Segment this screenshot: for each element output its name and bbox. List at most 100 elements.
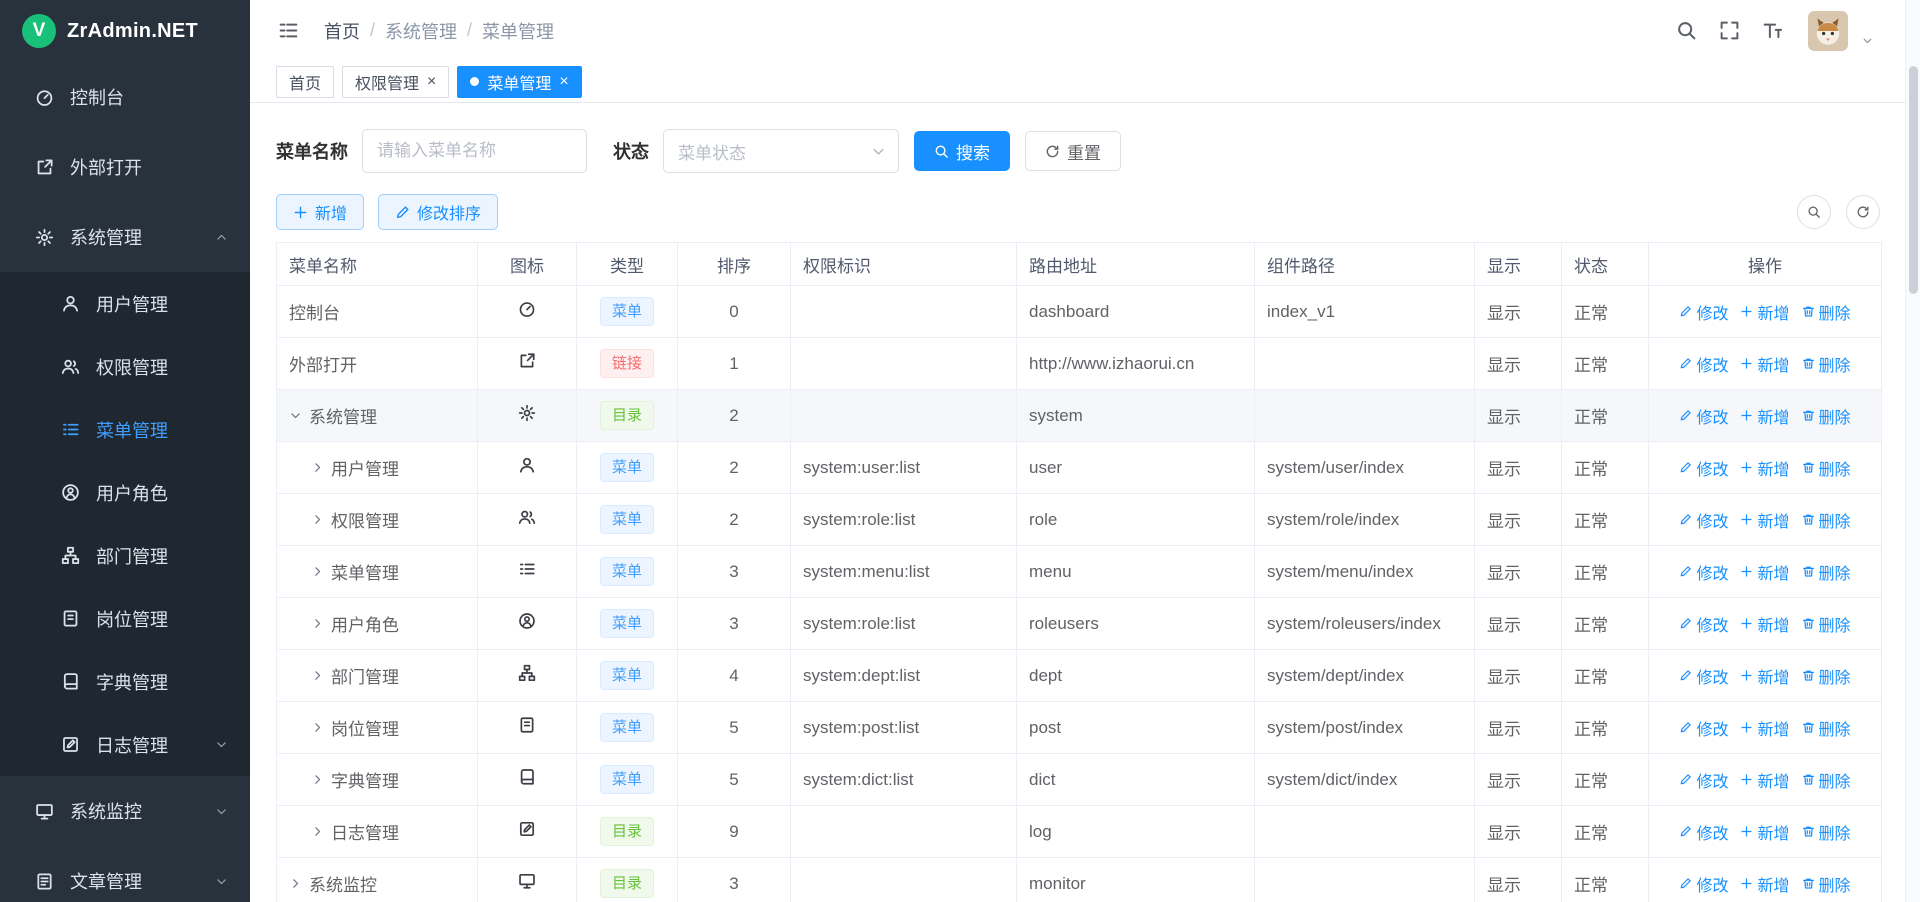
add-link[interactable]: 新增 <box>1740 404 1789 428</box>
expand-row-icon[interactable] <box>311 461 324 474</box>
expand-row-icon[interactable] <box>311 669 324 682</box>
page-scrollbar[interactable] <box>1905 0 1920 902</box>
edit-link[interactable]: 修改 <box>1679 560 1728 584</box>
add-link[interactable]: 新增 <box>1740 612 1789 636</box>
add-link[interactable]: 新增 <box>1740 560 1789 584</box>
add-link[interactable]: 新增 <box>1740 820 1789 844</box>
close-tab-icon[interactable]: × <box>559 74 568 90</box>
delete-link[interactable]: 删除 <box>1802 352 1851 376</box>
table-row-11[interactable]: 系统监控目录3monitor显示正常修改新增删除 <box>277 858 1882 902</box>
table-row-5[interactable]: 菜单管理菜单3system:menu:listmenusystem/menu/i… <box>277 546 1882 598</box>
close-tab-icon[interactable]: × <box>427 74 436 90</box>
add-link[interactable]: 新增 <box>1740 456 1789 480</box>
delete-link[interactable]: 删除 <box>1802 768 1851 792</box>
sidebar-item-8[interactable]: 岗位管理 <box>0 587 250 650</box>
edit-link[interactable]: 修改 <box>1679 508 1728 532</box>
table-row-9[interactable]: 字典管理菜单5system:dict:listdictsystem/dict/i… <box>277 754 1882 806</box>
tab-0[interactable]: 首页 <box>276 66 334 98</box>
table-row-7[interactable]: 部门管理菜单4system:dept:listdeptsystem/dept/i… <box>277 650 1882 702</box>
sidebar-item-1[interactable]: 外部打开 <box>0 132 250 202</box>
expand-row-icon[interactable] <box>311 565 324 578</box>
breadcrumb-item-0[interactable]: 首页 <box>324 18 360 44</box>
expand-row-icon[interactable] <box>311 617 324 630</box>
font-size-icon[interactable] <box>1762 20 1783 41</box>
add-link[interactable]: 新增 <box>1740 872 1789 896</box>
edit-link[interactable]: 修改 <box>1679 404 1728 428</box>
edit-link[interactable]: 修改 <box>1679 768 1728 792</box>
sidebar-item-9[interactable]: 字典管理 <box>0 650 250 713</box>
delete-link[interactable]: 删除 <box>1802 560 1851 584</box>
table-row-1[interactable]: 外部打开链接1http://www.izhaorui.cn显示正常修改新增删除 <box>277 338 1882 390</box>
trash-icon <box>1802 825 1815 838</box>
sidebar-item-0[interactable]: 控制台 <box>0 62 250 132</box>
search-button[interactable]: 搜索 <box>914 131 1010 171</box>
sidebar-item-4[interactable]: 权限管理 <box>0 335 250 398</box>
sort-button[interactable]: 修改排序 <box>378 194 498 230</box>
table-row-4[interactable]: 权限管理菜单2system:role:listrolesystem/role/i… <box>277 494 1882 546</box>
fullscreen-icon[interactable] <box>1719 20 1740 41</box>
table-row-0[interactable]: 控制台菜单0dashboardindex_v1显示正常修改新增删除 <box>277 286 1882 338</box>
tab-1[interactable]: 权限管理× <box>342 66 449 98</box>
sidebar-item-2[interactable]: 系统管理 <box>0 202 250 272</box>
sidebar-item-10[interactable]: 日志管理 <box>0 713 250 776</box>
delete-link[interactable]: 删除 <box>1802 664 1851 688</box>
expand-row-icon[interactable] <box>311 513 324 526</box>
user-menu-caret-icon[interactable] <box>1861 34 1874 51</box>
delete-link[interactable]: 删除 <box>1802 404 1851 428</box>
app-logo[interactable]: V ZrAdmin.NET <box>0 0 250 62</box>
expand-row-icon[interactable] <box>311 825 324 838</box>
sidebar-item-7[interactable]: 部门管理 <box>0 524 250 587</box>
dictionary-icon <box>59 672 81 691</box>
table-row-6[interactable]: 用户角色菜单3system:role:listroleuserssystem/r… <box>277 598 1882 650</box>
sidebar-item-6[interactable]: 用户角色 <box>0 461 250 524</box>
collapse-row-icon[interactable] <box>289 409 302 422</box>
expand-row-icon[interactable] <box>289 877 302 890</box>
edit-link[interactable]: 修改 <box>1679 456 1728 480</box>
add-link[interactable]: 新增 <box>1740 716 1789 740</box>
sidebar-item-11[interactable]: 系统监控 <box>0 776 250 846</box>
delete-link[interactable]: 删除 <box>1802 820 1851 844</box>
sidebar-collapse-icon[interactable] <box>278 20 299 41</box>
delete-link[interactable]: 删除 <box>1802 716 1851 740</box>
edit-link[interactable]: 修改 <box>1679 612 1728 636</box>
header-search-icon[interactable] <box>1676 20 1697 41</box>
edit-link[interactable]: 修改 <box>1679 716 1728 740</box>
sidebar-item-5[interactable]: 菜单管理 <box>0 398 250 461</box>
status-select-placeholder: 菜单状态 <box>678 139 746 164</box>
add-link[interactable]: 新增 <box>1740 768 1789 792</box>
delete-link[interactable]: 删除 <box>1802 300 1851 324</box>
scrollbar-thumb[interactable] <box>1909 66 1918 294</box>
add-link[interactable]: 新增 <box>1740 508 1789 532</box>
add-button[interactable]: 新增 <box>276 194 364 230</box>
edit-link[interactable]: 修改 <box>1679 352 1728 376</box>
menu-name-input[interactable] <box>362 129 587 173</box>
op-label: 新增 <box>1757 820 1789 844</box>
table-row-2[interactable]: 系统管理目录2system显示正常修改新增删除 <box>277 390 1882 442</box>
op-label: 新增 <box>1757 664 1789 688</box>
table-row-3[interactable]: 用户管理菜单2system:user:listusersystem/user/i… <box>277 442 1882 494</box>
edit-link[interactable]: 修改 <box>1679 664 1728 688</box>
add-link[interactable]: 新增 <box>1740 664 1789 688</box>
sidebar-item-3[interactable]: 用户管理 <box>0 272 250 335</box>
table-row-10[interactable]: 日志管理目录9log显示正常修改新增删除 <box>277 806 1882 858</box>
status-select[interactable]: 菜单状态 <box>663 129 899 173</box>
sidebar-item-12[interactable]: 文章管理 <box>0 846 250 902</box>
refresh-table-button[interactable] <box>1846 195 1880 229</box>
edit-link[interactable]: 修改 <box>1679 300 1728 324</box>
reset-button[interactable]: 重置 <box>1025 131 1121 171</box>
add-link[interactable]: 新增 <box>1740 352 1789 376</box>
search-icon <box>934 144 949 159</box>
user-avatar[interactable] <box>1805 11 1851 51</box>
delete-link[interactable]: 删除 <box>1802 612 1851 636</box>
delete-link[interactable]: 删除 <box>1802 456 1851 480</box>
toggle-search-button[interactable] <box>1797 195 1831 229</box>
edit-link[interactable]: 修改 <box>1679 820 1728 844</box>
tab-2[interactable]: 菜单管理× <box>457 66 581 98</box>
expand-row-icon[interactable] <box>311 721 324 734</box>
edit-link[interactable]: 修改 <box>1679 872 1728 896</box>
table-row-8[interactable]: 岗位管理菜单5system:post:listpostsystem/post/i… <box>277 702 1882 754</box>
delete-link[interactable]: 删除 <box>1802 872 1851 896</box>
delete-link[interactable]: 删除 <box>1802 508 1851 532</box>
expand-row-icon[interactable] <box>311 773 324 786</box>
add-link[interactable]: 新增 <box>1740 300 1789 324</box>
